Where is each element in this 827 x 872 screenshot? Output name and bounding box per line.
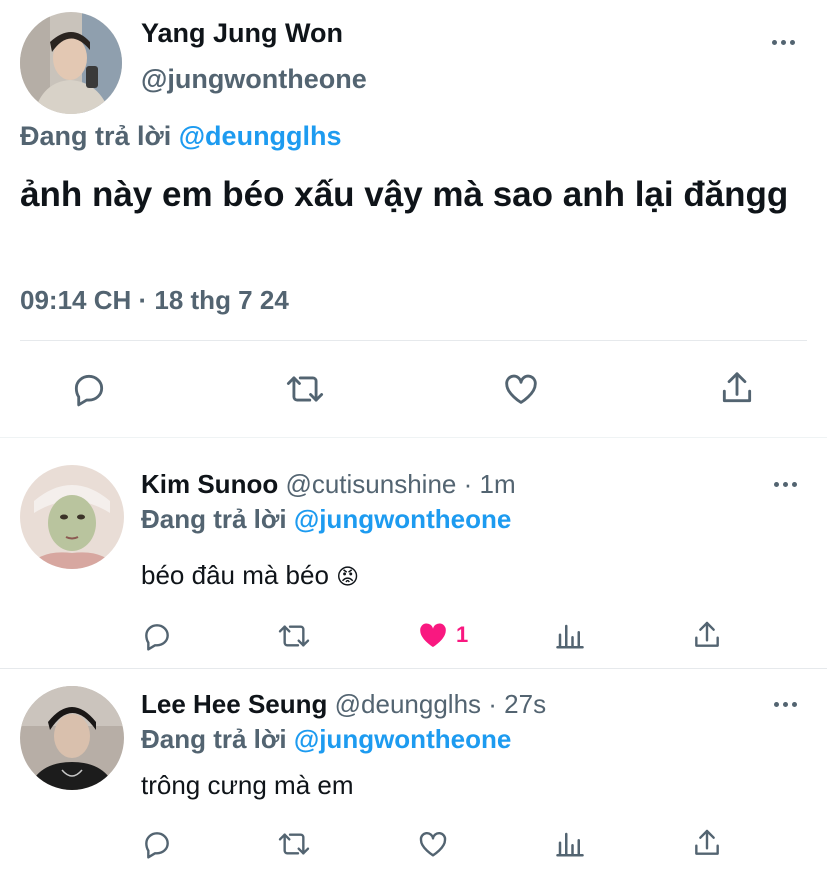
like-icon[interactable] [416, 828, 450, 860]
reply-prefix: Đang trả lời [141, 504, 287, 534]
tweet-timestamp[interactable]: 09:14 CH · 18 thg 7 24 [20, 285, 289, 316]
reply-icon[interactable] [70, 370, 108, 408]
like-icon[interactable] [501, 370, 541, 408]
angry-face-icon: 😡 [336, 564, 360, 589]
tweet-text: ảnh này em béo xấu vậy mà sao anh lại đă… [20, 175, 789, 214]
author-handle[interactable]: @jungwontheone [141, 64, 367, 95]
retweet-icon[interactable] [284, 370, 326, 408]
like-button[interactable]: 1 [416, 618, 468, 652]
divider [0, 668, 827, 669]
reply-header: Lee Hee Seung @deungglhs · 27s [141, 689, 546, 720]
reply-header: Kim Sunoo @cutisunshine · 1m [141, 469, 516, 500]
like-filled-icon [416, 618, 450, 652]
analytics-icon[interactable] [555, 620, 585, 652]
reply-prefix: Đang trả lời [141, 724, 287, 754]
author-name[interactable]: Lee Hee Seung [141, 689, 327, 719]
share-icon[interactable] [691, 826, 723, 860]
section-divider [0, 437, 827, 438]
reply-context: Đang trả lời @deungglhs [20, 121, 342, 152]
share-icon[interactable] [691, 618, 723, 652]
author-name[interactable]: Yang Jung Won [141, 18, 343, 49]
author-handle[interactable]: @deungglhs [335, 689, 481, 719]
reply-time[interactable]: · 27s [488, 689, 546, 719]
like-count: 1 [456, 622, 469, 647]
author-handle[interactable]: @cutisunshine [285, 469, 456, 499]
reply-text: trông cưng mà em [141, 770, 354, 800]
avatar[interactable] [20, 12, 122, 114]
reply-context: Đang trả lời @jungwontheone [141, 504, 511, 535]
more-options-icon[interactable] [774, 482, 797, 487]
reply-text-content: béo đâu mà béo [141, 560, 329, 590]
more-options-icon[interactable] [772, 40, 795, 45]
retweet-icon[interactable] [276, 828, 312, 860]
reply-icon[interactable] [141, 828, 173, 860]
retweet-icon[interactable] [276, 620, 312, 652]
avatar[interactable] [20, 465, 124, 569]
reply-to-link[interactable]: @deungglhs [179, 121, 342, 151]
divider [20, 340, 807, 341]
reply-time[interactable]: · 1m [464, 469, 516, 499]
author-name[interactable]: Kim Sunoo [141, 469, 278, 499]
reply-prefix: Đang trả lời [20, 121, 172, 151]
share-icon[interactable] [718, 368, 756, 408]
reply-context: Đang trả lời @jungwontheone [141, 724, 511, 755]
avatar[interactable] [20, 686, 124, 790]
reply-icon[interactable] [141, 620, 173, 652]
reply-to-link[interactable]: @jungwontheone [294, 724, 511, 754]
analytics-icon[interactable] [555, 828, 585, 860]
more-options-icon[interactable] [774, 702, 797, 707]
reply-to-link[interactable]: @jungwontheone [294, 504, 511, 534]
reply-text: béo đâu mà béo 😡 [141, 560, 359, 591]
